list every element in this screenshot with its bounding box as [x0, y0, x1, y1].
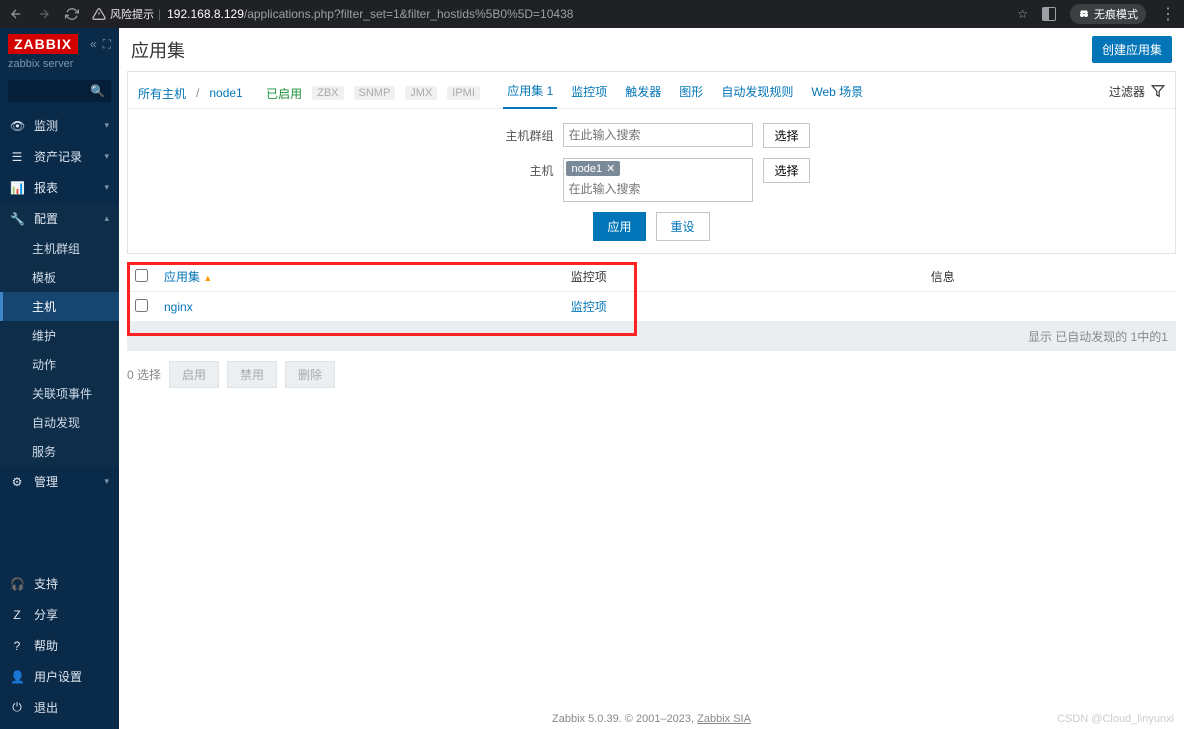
wrench-icon: 🔧 [10, 212, 24, 226]
eye-icon: 👁 [10, 119, 24, 133]
chevron-down-icon: ▾ [104, 120, 109, 131]
site-warning-icon[interactable]: 风险提示 | [92, 6, 161, 22]
hostgroup-input[interactable] [566, 126, 750, 144]
watermark: CSDN @Cloud_linyunxi [1057, 713, 1174, 725]
filter-icon [1151, 84, 1165, 98]
row-checkbox[interactable] [135, 299, 148, 312]
bookmark-icon[interactable]: ☆ [1017, 7, 1028, 21]
table-row: nginx 监控项 [127, 292, 1176, 322]
sort-asc-icon: ▲ [203, 273, 212, 283]
share-icon: Z [10, 608, 24, 622]
sidebar-item-actions[interactable]: 动作 [0, 350, 119, 379]
filter-toggle[interactable]: 过滤器 [1109, 83, 1165, 104]
support-icon: 🎧 [10, 577, 24, 591]
sidebar-search[interactable]: 🔍 [8, 80, 111, 102]
sidebar-item-hostgroups[interactable]: 主机群组 [0, 234, 119, 263]
hostgroup-label: 主机群组 [493, 123, 553, 144]
host-select-button[interactable]: 选择 [763, 158, 809, 183]
host-multiselect[interactable]: node1 ✕ [563, 158, 753, 202]
zabbix-link[interactable]: Zabbix SIA [697, 713, 751, 725]
breadcrumb-host[interactable]: node1 [209, 86, 242, 100]
reload-button[interactable] [64, 6, 80, 22]
col-monitor: 监控项 [563, 262, 923, 292]
sidebar-item-correlation[interactable]: 关联项事件 [0, 379, 119, 408]
sidebar-item-discovery[interactable]: 自动发现 [0, 408, 119, 437]
page-footer: Zabbix 5.0.39. © 2001–2023, Zabbix SIA [119, 713, 1184, 725]
browser-chrome: 风险提示 | 192.168.8.129/applications.php?fi… [0, 0, 1184, 28]
hostgroup-select-button[interactable]: 选择 [763, 123, 809, 148]
tab-triggers[interactable]: 触发器 [621, 79, 665, 108]
disable-button[interactable]: 禁用 [227, 361, 277, 388]
back-button[interactable] [8, 6, 24, 22]
footer-help[interactable]: ? 帮助 [0, 630, 119, 661]
hostgroup-multiselect[interactable] [563, 123, 753, 147]
breadcrumb-allhosts[interactable]: 所有主机 [138, 85, 186, 102]
action-bar: 0 选择 启用 禁用 删除 [119, 351, 1184, 398]
host-chip[interactable]: node1 ✕ [566, 161, 620, 176]
sidebar-item-templates[interactable]: 模板 [0, 263, 119, 292]
list-icon: ☰ [10, 150, 24, 164]
user-icon: 👤 [10, 670, 24, 684]
footer-share[interactable]: Z 分享 [0, 599, 119, 630]
gear-icon: ⚙ [10, 475, 24, 489]
site-warning-label: 风险提示 [110, 6, 154, 22]
tab-items[interactable]: 监控项 [567, 79, 611, 108]
nav-inventory[interactable]: ☰ 资产记录 ▾ [0, 141, 119, 172]
tag-zbx: ZBX [312, 86, 343, 100]
expand-view-icon[interactable]: ⛶ [103, 37, 111, 52]
browser-menu-icon[interactable]: ⋮ [1160, 4, 1176, 24]
nav-administration[interactable]: ⚙ 管理 ▾ [0, 466, 119, 497]
nav-configuration[interactable]: 🔧 配置 ▴ [0, 203, 119, 234]
tag-jmx: JMX [405, 86, 437, 100]
col-appset[interactable]: 应用集 ▲ [164, 270, 212, 284]
apply-button[interactable]: 应用 [593, 212, 645, 241]
search-icon[interactable]: 🔍 [90, 84, 105, 98]
collapse-sidebar-icon[interactable]: « [90, 37, 97, 52]
status-enabled: 已启用 [266, 85, 302, 102]
forward-button[interactable] [36, 6, 52, 22]
footer-support[interactable]: 🎧 支持 [0, 568, 119, 599]
selected-count: 0 选择 [127, 366, 161, 383]
app-name-link[interactable]: nginx [164, 300, 193, 314]
sidebar-item-services[interactable]: 服务 [0, 437, 119, 466]
tab-discovery[interactable]: 自动发现规则 [717, 79, 797, 108]
remove-chip-icon[interactable]: ✕ [606, 162, 615, 175]
applications-table: 应用集 ▲ 监控项 信息 nginx 监控项 显示 已自动发现的 1中的1 [127, 262, 1176, 351]
tag-snmp: SNMP [354, 86, 396, 100]
panel-icon[interactable] [1042, 7, 1056, 21]
tab-web[interactable]: Web 场景 [807, 79, 867, 108]
host-label: 主机 [493, 158, 553, 179]
exit-icon: ⏻ [10, 700, 24, 715]
select-all-checkbox[interactable] [135, 269, 148, 282]
table-footer: 显示 已自动发现的 1中的1 [127, 322, 1176, 351]
sidebar-item-hosts[interactable]: 主机 [0, 292, 119, 321]
server-label: zabbix server [8, 58, 111, 70]
tab-graphs[interactable]: 图形 [675, 79, 707, 108]
nav-reports[interactable]: 📊 报表 ▾ [0, 172, 119, 203]
help-icon: ? [10, 639, 24, 653]
page-title: 应用集 [131, 37, 185, 63]
tag-ipmi: IPMI [447, 86, 480, 100]
logo[interactable]: ZABBIX [8, 34, 78, 54]
nav-monitoring[interactable]: 👁 监测 ▾ [0, 110, 119, 141]
footer-usersettings[interactable]: 👤 用户设置 [0, 661, 119, 692]
sidebar-item-maintenance[interactable]: 维护 [0, 321, 119, 350]
delete-button[interactable]: 删除 [285, 361, 335, 388]
enable-button[interactable]: 启用 [169, 361, 219, 388]
chart-icon: 📊 [10, 181, 24, 195]
breadcrumb-tabs: 所有主机 / node1 已启用 ZBX SNMP JMX IPMI 应用集 1… [128, 72, 1175, 109]
filter-panel: 主机群组 选择 主机 node1 ✕ 选择 [128, 109, 1175, 253]
reset-button[interactable]: 重设 [656, 212, 710, 241]
incognito-badge[interactable]: 无痕模式 [1070, 4, 1146, 24]
chevron-up-icon: ▴ [104, 213, 109, 224]
monitor-link[interactable]: 监控项 [571, 300, 607, 314]
sidebar: ZABBIX « ⛶ zabbix server 🔍 👁 监测 ▾ ☰ 资产记录… [0, 28, 119, 729]
col-info: 信息 [923, 262, 1176, 292]
create-application-button[interactable]: 创建应用集 [1092, 36, 1172, 63]
host-input[interactable] [566, 178, 750, 199]
footer-logout[interactable]: ⏻ 退出 [0, 692, 119, 723]
url-bar[interactable]: 192.168.8.129/applications.php?filter_se… [167, 7, 573, 21]
tab-applications[interactable]: 应用集 1 [503, 78, 557, 109]
main-content: 应用集 创建应用集 所有主机 / node1 已启用 ZBX SNMP JMX … [119, 28, 1184, 729]
